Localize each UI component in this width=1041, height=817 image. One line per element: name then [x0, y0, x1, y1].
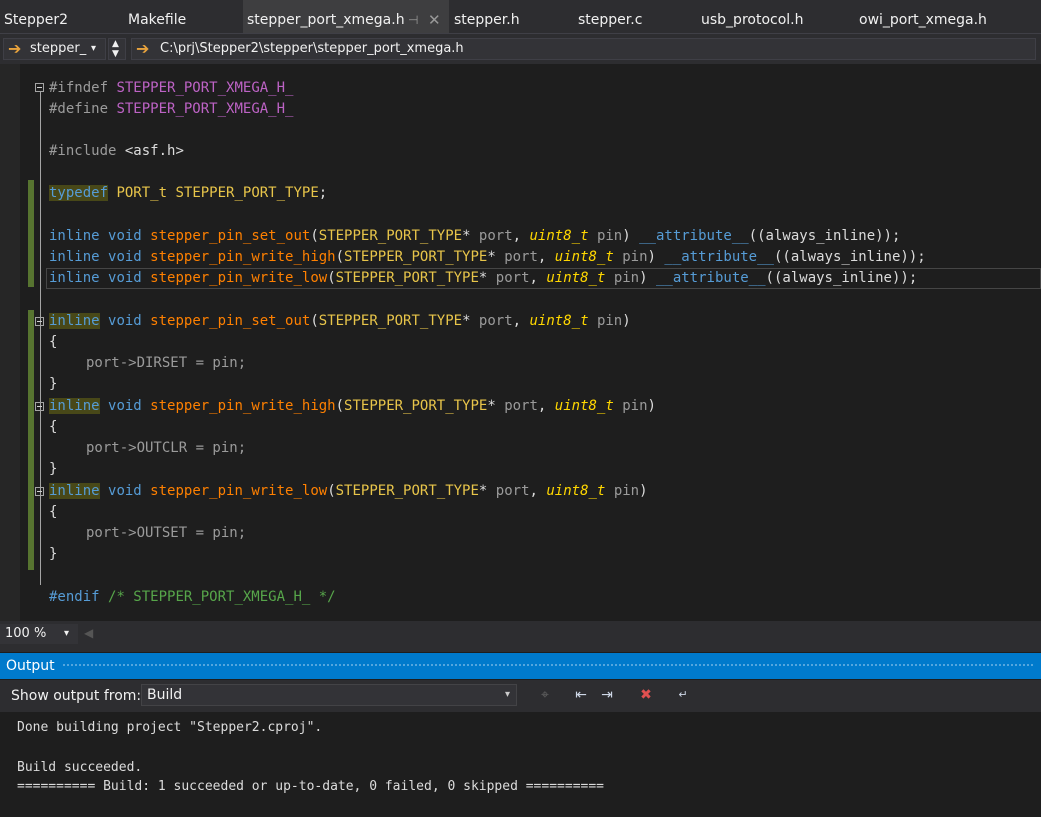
code-line: { [49, 334, 58, 350]
drag-handle[interactable] [62, 663, 1033, 668]
output-line: Done building project "Stepper2.cproj". [17, 720, 323, 735]
code-line: inline void stepper_pin_write_low(STEPPE… [49, 483, 648, 499]
editor-margin [0, 64, 20, 621]
tab-stepper-port-xmega-h[interactable]: stepper_port_xmega.h ⊣ ✕ [243, 0, 449, 33]
code-editor[interactable]: #ifndef STEPPER_PORT_XMEGA_H_ #define ST… [0, 64, 1041, 621]
code-line: #ifndef STEPPER_PORT_XMEGA_H_ [49, 80, 294, 96]
code-line: port->OUTCLR = pin; [86, 440, 247, 456]
chevron-down-icon: ▾ [64, 628, 70, 639]
code-line: port->OUTSET = pin; [86, 525, 247, 541]
code-line: inline void stepper_pin_set_out(STEPPER_… [49, 313, 631, 329]
goto-location-icon[interactable]: ⌖ [535, 685, 555, 705]
scroll-left-icon[interactable]: ◀ [84, 626, 93, 640]
tab-label: Makefile [128, 12, 187, 28]
zoom-level: 100 % [5, 626, 47, 641]
chevron-down-icon: ▼ [112, 49, 119, 59]
tab-stepper-h[interactable]: stepper.h [450, 0, 570, 33]
output-toolbar: Show output from: Build ▾ ⌖ ⇤ ⇥ ✖ ↵ [0, 680, 1041, 712]
arrow-right-icon: ➔ [136, 39, 150, 58]
output-source-value: Build [147, 687, 183, 703]
project-name: stepper_ [30, 41, 87, 56]
tab-makefile[interactable]: Makefile [124, 0, 239, 33]
code-line: inline void stepper_pin_write_high(STEPP… [49, 249, 926, 265]
scroll-spinner[interactable]: ▲ ▼ [108, 38, 126, 60]
word-wrap-icon[interactable]: ↵ [673, 685, 693, 705]
output-title: Output [6, 658, 55, 674]
next-message-icon[interactable]: ⇥ [597, 685, 617, 705]
code-line: inline void stepper_pin_set_out(STEPPER_… [49, 228, 901, 244]
change-marker [28, 180, 34, 287]
code-line: #define STEPPER_PORT_XMEGA_H_ [49, 101, 294, 117]
code-line: port->DIRSET = pin; [86, 355, 247, 371]
fold-toggle-icon[interactable] [35, 83, 44, 92]
clear-all-icon[interactable]: ✖ [636, 685, 656, 705]
code-line: { [49, 504, 58, 520]
code-line: #include <asf.h> [49, 143, 184, 159]
code-line: #endif /* STEPPER_PORT_XMEGA_H_ */ [49, 589, 336, 605]
fold-toggle-icon[interactable] [35, 402, 44, 411]
tab-label: Stepper2 [4, 12, 69, 28]
fold-guide [40, 92, 41, 585]
output-line: Build succeeded. [17, 760, 143, 775]
code-line: inline void stepper_pin_write_low(STEPPE… [49, 270, 918, 286]
output-line: ========== Build: 1 succeeded or up-to-d… [17, 779, 604, 794]
file-path: C:\prj\Stepper2\stepper\stepper_port_xme… [160, 41, 464, 56]
tab-label: stepper.c [578, 12, 643, 28]
code-line: inline void stepper_pin_write_high(STEPP… [49, 398, 656, 414]
tab-label: usb_protocol.h [701, 12, 804, 28]
chevron-down-icon: ▾ [504, 689, 510, 700]
tab-stepper-c[interactable]: stepper.c [574, 0, 694, 33]
output-source-select[interactable]: Build ▾ [141, 684, 517, 706]
previous-message-icon[interactable]: ⇤ [571, 685, 591, 705]
tab-label: stepper.h [454, 12, 520, 28]
editor-status-bar: 100 % ▾ ◀ [0, 621, 1041, 652]
output-title-bar: Output [0, 653, 1041, 679]
zoom-dropdown[interactable]: 100 % ▾ [0, 624, 78, 644]
tab-label: stepper_port_xmega.h [247, 12, 405, 28]
document-tab-bar: Stepper2 Makefile stepper_port_xmega.h ⊣… [0, 0, 1041, 33]
code-line: } [49, 376, 58, 392]
output-text-area[interactable]: Done building project "Stepper2.cproj". … [0, 712, 1041, 817]
chevron-down-icon: ▾ [91, 43, 97, 54]
code-line: typedef PORT_t STEPPER_PORT_TYPE; [49, 185, 328, 201]
file-path-box[interactable]: ➔ C:\prj\Stepper2\stepper\stepper_port_x… [131, 38, 1036, 60]
arrow-right-icon: ➔ [8, 39, 22, 58]
show-output-label: Show output from: [11, 688, 142, 704]
tab-owi-port-xmega-h[interactable]: owi_port_xmega.h [855, 0, 1041, 33]
code-line: } [49, 546, 58, 562]
change-marker [28, 310, 34, 570]
fold-toggle-icon[interactable] [35, 317, 44, 326]
fold-toggle-icon[interactable] [35, 487, 44, 496]
code-line: } [49, 461, 58, 477]
tab-label: owi_port_xmega.h [859, 12, 987, 28]
navigation-bar: ➔ stepper_ ▾ ▲ ▼ ➔ C:\prj\Stepper2\stepp… [0, 33, 1041, 64]
code-line: { [49, 419, 58, 435]
project-dropdown[interactable]: ➔ stepper_ ▾ [3, 38, 106, 60]
tab-usb-protocol-h[interactable]: usb_protocol.h [697, 0, 852, 33]
tab-stepper2[interactable]: Stepper2 [0, 0, 120, 33]
